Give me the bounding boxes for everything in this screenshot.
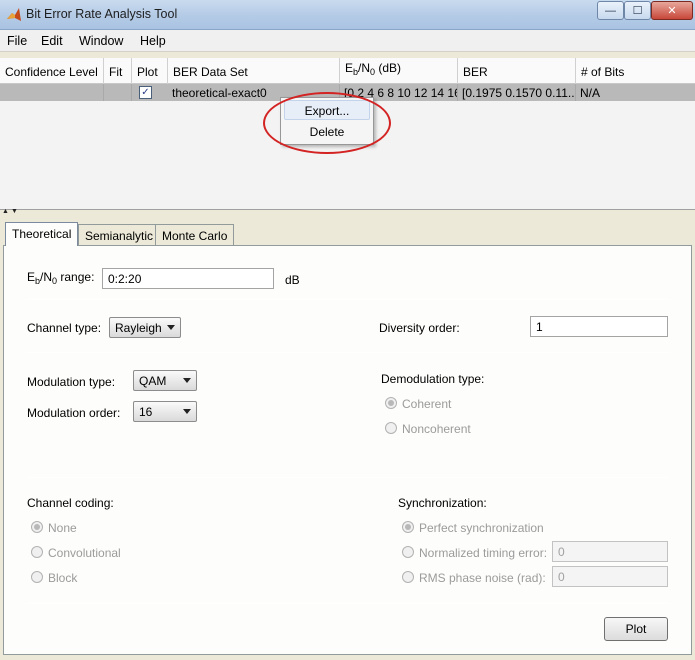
column-ebno[interactable]: Eb/N0 (dB) [340, 58, 458, 84]
cell-ber: [0.1975 0.1570 0.11... [458, 84, 576, 101]
radio-coding-convolutional-label: Convolutional [48, 546, 121, 560]
context-menu: Export... Delete [280, 97, 374, 145]
ebno-range-label: Eb/N0 range: [27, 270, 94, 286]
divider [27, 477, 669, 478]
ebno-label-suffix: range: [57, 270, 95, 284]
ebno-header-unit: (dB) [375, 61, 402, 75]
chevron-down-icon [167, 325, 175, 330]
phase-noise-input[interactable]: 0 [552, 566, 668, 587]
tab-theoretical[interactable]: Theoretical [5, 222, 79, 246]
modulation-type-dropdown[interactable]: QAM [133, 370, 197, 391]
radio-timing-error[interactable] [402, 546, 414, 558]
matlab-logo-icon [7, 8, 21, 21]
splitter-down-icon[interactable]: ▼ [11, 208, 18, 215]
channel-type-dropdown[interactable]: Rayleigh [109, 317, 181, 338]
menu-window[interactable]: Window [79, 34, 123, 48]
plot-button[interactable]: Plot [604, 617, 668, 641]
radio-noncoherent[interactable] [385, 422, 397, 434]
radio-noncoherent-label: Noncoherent [402, 422, 471, 436]
radio-coherent[interactable] [385, 397, 397, 409]
column-ber[interactable]: BER [458, 58, 576, 84]
radio-coding-none[interactable] [31, 521, 43, 533]
modulation-order-label: Modulation order: [27, 406, 121, 420]
channel-coding-label: Channel coding: [27, 496, 114, 510]
radio-timing-error-label: Normalized timing error: [419, 546, 548, 560]
maximize-button[interactable]: ☐ [624, 1, 651, 20]
column-ber-data-set[interactable]: BER Data Set [168, 58, 340, 84]
tab-monte-carlo[interactable]: Monte Carlo [155, 224, 235, 245]
title-bar: Bit Error Rate Analysis Tool — ☐ ✕ [0, 0, 695, 30]
column-confidence-level[interactable]: Confidence Level [0, 58, 104, 84]
splitter-up-icon[interactable]: ▲ [2, 208, 9, 215]
demodulation-type-label: Demodulation type: [381, 372, 485, 386]
cell-confidence-level [0, 84, 104, 101]
context-menu-delete[interactable]: Delete [284, 122, 370, 142]
radio-perfect-sync-label: Perfect synchronization [419, 521, 544, 535]
menu-bar: File Edit Window Help [0, 30, 695, 52]
menu-edit[interactable]: Edit [41, 34, 63, 48]
ebno-range-input[interactable]: 0:2:20 [102, 268, 274, 289]
context-menu-export[interactable]: Export... [284, 100, 370, 120]
tab-semianalytic[interactable]: Semianalytic [78, 224, 161, 245]
diversity-order-label: Diversity order: [379, 321, 460, 335]
column-num-bits[interactable]: # of Bits [576, 58, 695, 84]
divider [27, 299, 669, 300]
radio-phase-noise[interactable] [402, 571, 414, 583]
diversity-order-input[interactable]: 1 [530, 316, 668, 337]
chevron-down-icon [183, 409, 191, 414]
divider [27, 352, 669, 353]
radio-coding-convolutional[interactable] [31, 546, 43, 558]
panel-splitter[interactable] [0, 210, 695, 216]
table-header: Confidence Level Fit Plot BER Data Set E… [0, 58, 695, 84]
radio-coding-block-label: Block [48, 571, 78, 585]
ebno-label-e: E [27, 270, 36, 284]
cell-num-bits: N/A [580, 86, 601, 100]
modulation-type-value: QAM [139, 374, 167, 388]
radio-coherent-label: Coherent [402, 397, 452, 411]
menu-file[interactable]: File [7, 34, 27, 48]
window-title: Bit Error Rate Analysis Tool [26, 7, 178, 21]
minimize-button[interactable]: — [597, 1, 624, 20]
divider [27, 603, 669, 604]
modulation-order-value: 16 [139, 405, 153, 419]
menu-help[interactable]: Help [140, 34, 166, 48]
column-fit[interactable]: Fit [104, 58, 132, 84]
radio-coding-block[interactable] [31, 571, 43, 583]
synchronization-label: Synchronization: [398, 496, 487, 510]
ebno-header-e: E [345, 61, 354, 75]
cell-fit [104, 84, 132, 101]
modulation-order-dropdown[interactable]: 16 [133, 401, 197, 422]
modulation-type-label: Modulation type: [27, 375, 116, 389]
ebno-unit-label: dB [285, 273, 300, 287]
ebno-header-n: /N [358, 61, 371, 75]
radio-coding-none-label: None [48, 521, 77, 535]
radio-phase-noise-label: RMS phase noise (rad): [419, 571, 546, 585]
timing-error-input[interactable]: 0 [552, 541, 668, 562]
radio-perfect-sync[interactable] [402, 521, 414, 533]
close-button[interactable]: ✕ [651, 1, 693, 20]
plot-checkbox[interactable]: ✓ [139, 86, 152, 99]
column-plot[interactable]: Plot [132, 58, 168, 84]
chevron-down-icon [183, 378, 191, 383]
theoretical-panel [3, 245, 692, 655]
channel-type-value: Rayleigh [115, 321, 162, 335]
channel-type-label: Channel type: [27, 321, 102, 335]
ebno-label-n: /N [40, 270, 53, 284]
